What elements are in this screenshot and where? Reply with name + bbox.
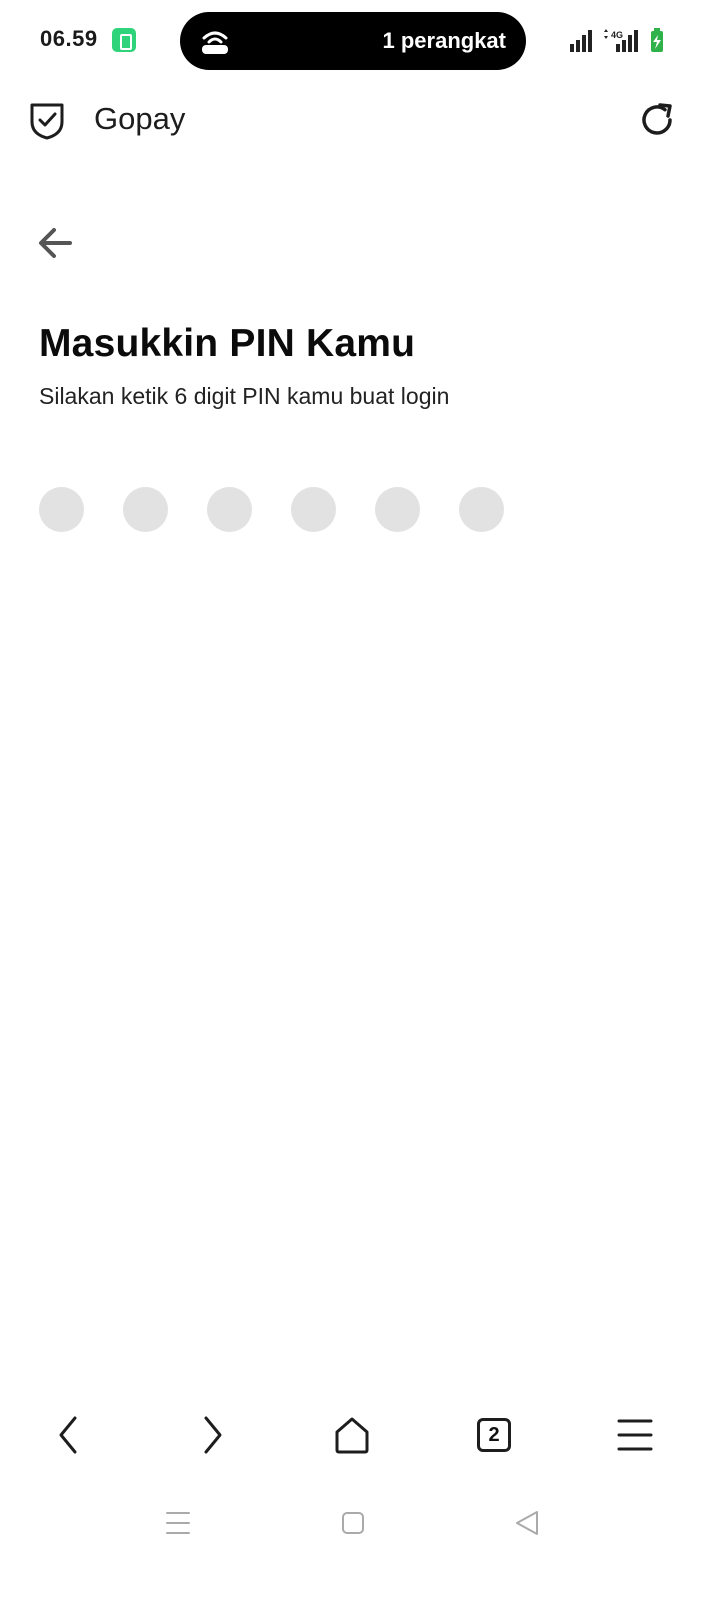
hotspot-label: 1 perangkat — [382, 28, 507, 53]
recent-apps-icon[interactable] — [163, 1508, 193, 1538]
hotspot-icon — [202, 31, 228, 54]
svg-text:4G: 4G — [611, 30, 623, 40]
pin-dot — [123, 487, 168, 532]
reload-icon[interactable] — [637, 100, 677, 140]
page-subtitle: Silakan ketik 6 digit PIN kamu buat logi… — [39, 383, 450, 409]
page-title: Masukkin PIN Kamu — [39, 322, 416, 365]
browser-back-icon[interactable] — [45, 1410, 95, 1460]
signal-battery-icons: 4G — [570, 28, 663, 52]
screen: 06.59 1 perangkat 4G Gopay Masukkin PIN … — [0, 0, 720, 1600]
browser-forward-icon[interactable] — [186, 1410, 236, 1460]
pin-dot — [375, 487, 420, 532]
pin-dot — [39, 487, 84, 532]
hotspot-pill[interactable]: 1 perangkat — [180, 12, 526, 70]
system-back-icon[interactable] — [512, 1508, 542, 1538]
battery-saver-icon — [112, 28, 136, 52]
home-icon[interactable] — [327, 1410, 377, 1460]
pin-dot — [291, 487, 336, 532]
shield-check-icon[interactable] — [28, 100, 66, 140]
site-title[interactable]: Gopay — [94, 101, 185, 137]
back-arrow-icon[interactable] — [36, 224, 76, 262]
pin-dot — [459, 487, 504, 532]
tabs-button[interactable]: 2 — [477, 1418, 511, 1452]
status-time: 06.59 — [40, 26, 98, 51]
pin-dot — [207, 487, 252, 532]
menu-icon[interactable] — [610, 1410, 660, 1460]
system-home-icon[interactable] — [338, 1508, 368, 1538]
pin-input[interactable] — [39, 487, 504, 532]
